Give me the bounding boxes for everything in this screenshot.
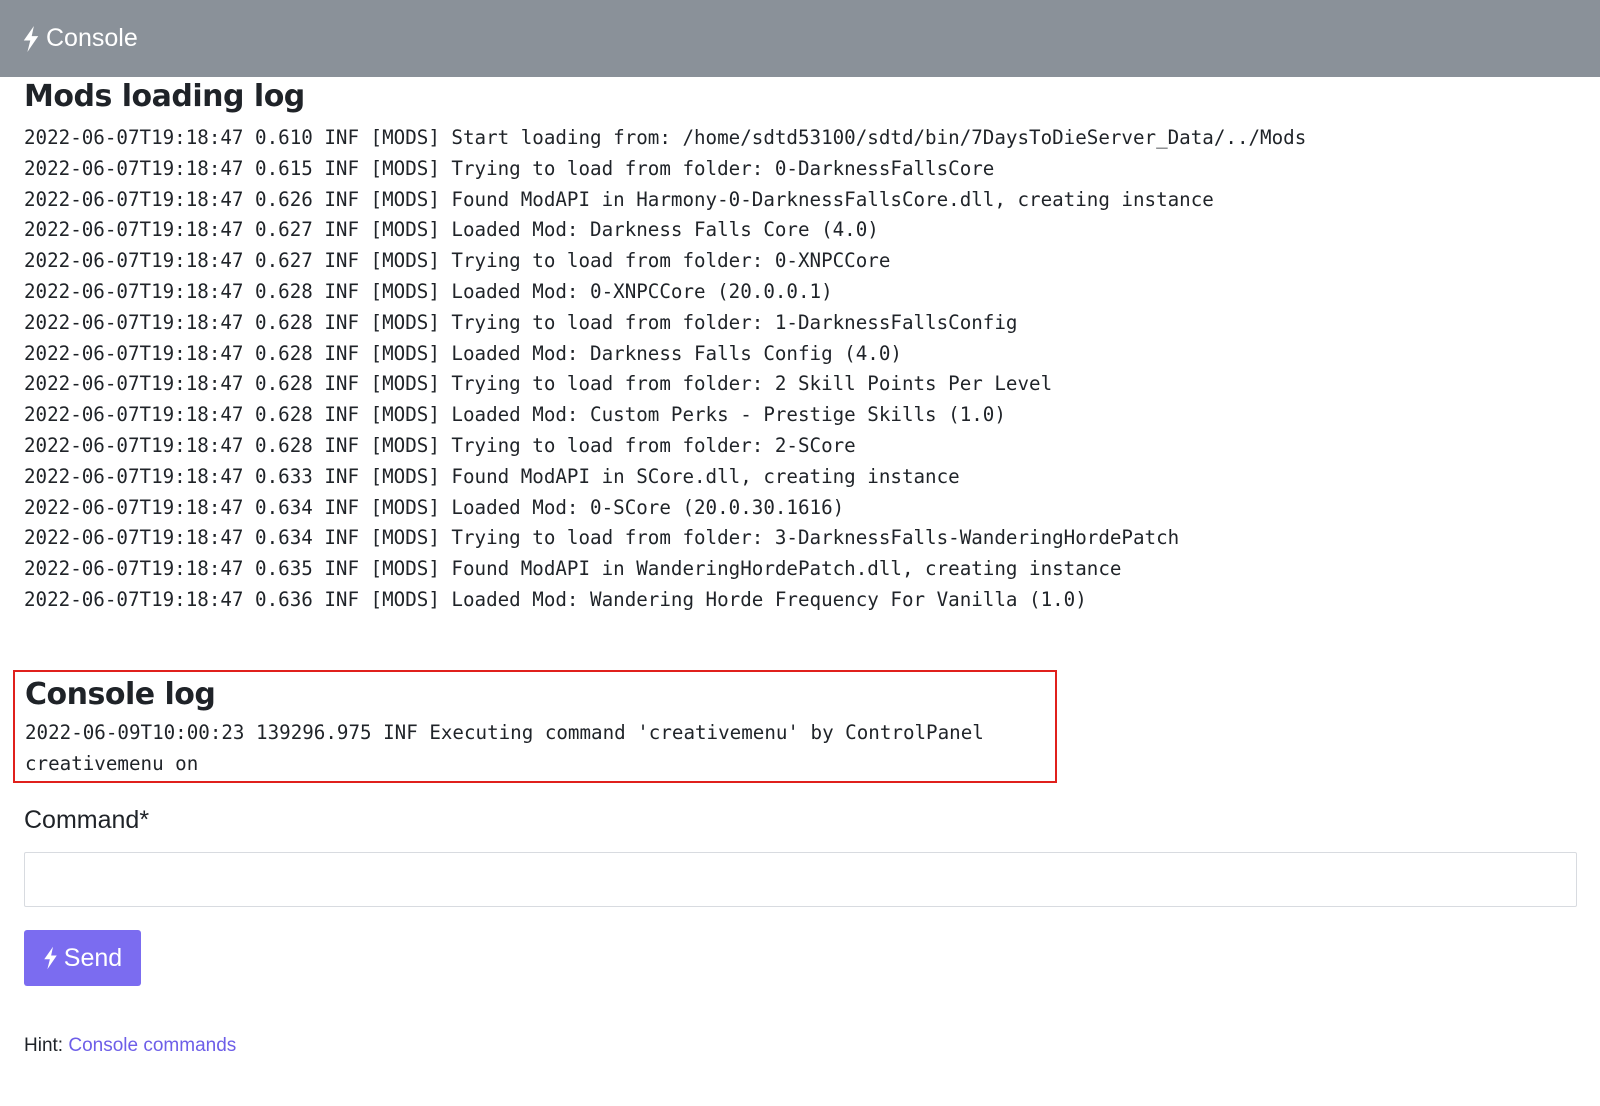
mods-log[interactable]: 2022-06-07T19:18:47 0.610 INF [MODS] Sta… (24, 123, 1576, 615)
log-line: 2022-06-07T19:18:47 0.628 INF [MODS] Try… (24, 372, 1053, 396)
log-line: 2022-06-07T19:18:47 0.628 INF [MODS] Loa… (24, 341, 902, 365)
log-line: creativemenu on (25, 751, 199, 775)
log-line: 2022-06-07T19:18:47 0.628 INF [MODS] Loa… (24, 403, 1006, 427)
log-line: 2022-06-07T19:18:47 0.635 INF [MODS] Fou… (24, 557, 1122, 581)
top-bar: Console (0, 0, 1600, 77)
log-line: 2022-06-07T19:18:47 0.634 INF [MODS] Loa… (24, 495, 845, 519)
console-log-panel: Console log 2022-06-09T10:00:23 139296.9… (13, 670, 1057, 783)
log-line: 2022-06-09T10:00:23 139296.975 INF Execu… (25, 721, 984, 744)
mods-log-title: Mods loading log (24, 79, 305, 114)
hint: Hint: Console commands (24, 1035, 236, 1057)
command-label: Command* (24, 806, 150, 834)
log-line: 2022-06-07T19:18:47 0.628 INF [MODS] Loa… (24, 279, 833, 303)
bolt-icon (43, 946, 58, 970)
log-line: 2022-06-07T19:18:47 0.636 INF [MODS] Loa… (24, 587, 1087, 611)
send-button-label: Send (63, 943, 123, 972)
log-line: 2022-06-07T19:18:47 0.627 INF [MODS] Loa… (24, 218, 879, 242)
console-log[interactable]: 2022-06-09T10:00:23 139296.975 INF Execu… (25, 718, 1045, 780)
log-line: 2022-06-07T19:18:47 0.615 INF [MODS] Try… (24, 156, 995, 180)
console-log-title: Console log (25, 677, 216, 712)
main-content: Mods loading log 2022-06-07T19:18:47 0.6… (0, 77, 1600, 615)
log-line: 2022-06-07T19:18:47 0.634 INF [MODS] Try… (24, 526, 1180, 550)
log-line: 2022-06-07T19:18:47 0.628 INF [MODS] Try… (24, 310, 1018, 334)
hint-prefix: Hint: (24, 1035, 64, 1056)
log-line: 2022-06-07T19:18:47 0.610 INF [MODS] Sta… (24, 126, 1307, 149)
command-input[interactable] (24, 852, 1577, 907)
bolt-icon (22, 25, 40, 52)
console-commands-link[interactable]: Console commands (68, 1035, 236, 1056)
log-line: 2022-06-07T19:18:47 0.626 INF [MODS] Fou… (24, 187, 1214, 211)
log-line: 2022-06-07T19:18:47 0.628 INF [MODS] Try… (24, 433, 856, 457)
page-title: Console (46, 24, 138, 52)
log-line: 2022-06-07T19:18:47 0.633 INF [MODS] Fou… (24, 464, 960, 488)
log-line: 2022-06-07T19:18:47 0.627 INF [MODS] Try… (24, 249, 891, 273)
send-button[interactable]: Send (24, 930, 141, 986)
